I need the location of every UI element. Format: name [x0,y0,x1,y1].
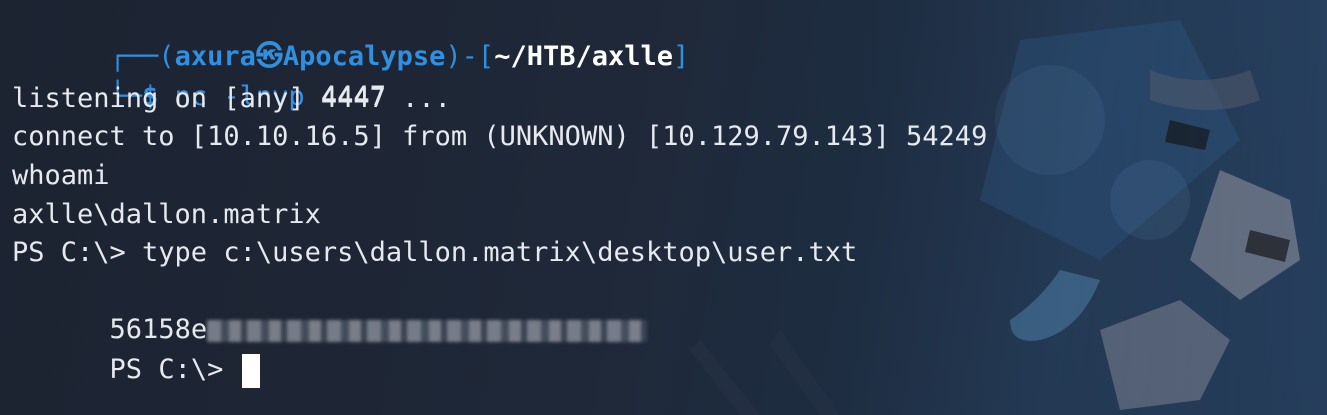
terminal-window[interactable]: ┌──(axura㉿Apocalypse)-[~/HTB/axlle] └─$ … [0,0,1327,415]
output-whoami-cmd: whoami [12,160,110,191]
output-flag-line: 56158e [12,273,648,345]
prompt-path: ~/HTB/axlle [494,41,674,72]
prompt-line: ┌──(axura㉿Apocalypse)-[~/HTB/axlle] [12,0,690,72]
output-type-cmd: PS C:\> type c:\users\dallon.matrix\desk… [12,237,858,268]
output-whoami-result: axlle\dallon.matrix [12,199,321,230]
redacted-blur [207,319,648,342]
ps-prompt-line[interactable]: PS C:\> [12,313,260,388]
output-connect: connect to [10.10.16.5] from (UNKNOWN) [… [12,121,988,152]
command-line: └─$ nc -lnvp 4447 [12,40,386,112]
output-listening: listening on [any] 4447 ... [12,83,451,114]
prompt-frame-mid: )-[ [445,41,495,72]
ps-prompt: PS C:\> [109,354,240,385]
text-cursor [241,353,260,388]
prompt-frame-end: ] [673,41,690,72]
